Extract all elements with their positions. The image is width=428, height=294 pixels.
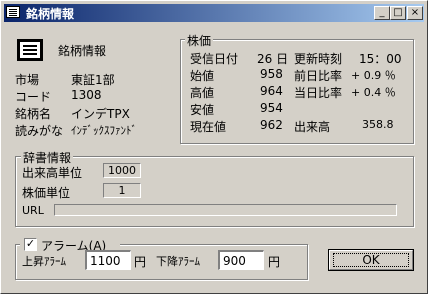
high-label: 高値 (190, 86, 215, 100)
name-value: インデTPX (71, 107, 130, 121)
code-label: コード (15, 90, 52, 104)
rise-alarm-label: 上昇ｱﾗｰﾑ (22, 255, 66, 268)
current-value: 962 (260, 118, 283, 132)
url-field[interactable] (54, 204, 397, 216)
volume-unit-value: 1000 (103, 163, 141, 178)
title-bar[interactable]: 銘柄情報 _ □ × (4, 4, 424, 22)
open-value: 958 (260, 67, 283, 81)
market-label: 市場 (15, 73, 40, 87)
fall-alarm-input[interactable] (218, 250, 264, 270)
prev-ratio-label: 前日比率 (294, 69, 343, 83)
header-title: 銘柄情報 (58, 44, 107, 58)
window-menu-icon[interactable] (6, 6, 20, 18)
document-icon (17, 39, 43, 61)
stock-info-window: 銘柄情報 _ □ × 銘柄情報 市場 東証1部 コード 1308 銘柄名 インデ… (0, 0, 428, 294)
alarm-checkbox[interactable]: ✓ (24, 238, 37, 251)
rise-alarm-input[interactable] (85, 250, 131, 270)
current-label: 現在値 (190, 120, 227, 134)
reading-label: 読みがな (15, 124, 64, 138)
update-time-value: 15：00 (359, 52, 402, 66)
stock-price-legend: 株価 (185, 32, 214, 49)
price-unit-label: 株価単位 (22, 186, 71, 200)
name-label: 銘柄名 (15, 107, 52, 121)
receive-date-value: 26 日 (257, 52, 289, 66)
low-label: 安値 (190, 103, 215, 117)
minimize-button[interactable]: _ (374, 6, 390, 20)
today-ratio-label: 当日比率 (294, 86, 343, 100)
rise-yen-label: 円 (134, 255, 147, 269)
open-label: 始値 (190, 69, 215, 83)
volume-unit-label: 出来高単位 (22, 166, 83, 180)
prev-ratio-value: + 0.9 ％ (351, 69, 396, 82)
price-unit-value: 1 (103, 183, 141, 198)
fall-alarm-label: 下降ｱﾗｰﾑ (156, 255, 200, 268)
ok-button-label: OK (362, 253, 380, 267)
window-title: 銘柄情報 (26, 7, 75, 21)
maximize-button[interactable]: □ (390, 6, 406, 20)
today-ratio-value: + 0.4 ％ (351, 86, 396, 99)
volume-label: 出来高 (294, 120, 331, 134)
market-value: 東証1部 (71, 73, 115, 87)
low-value: 954 (260, 101, 283, 115)
ok-button[interactable]: OK (328, 249, 414, 271)
reading-value: ｲﾝﾃﾞｯｸｽﾌｧﾝﾄﾞ (71, 124, 137, 137)
update-time-label: 更新時刻 (294, 52, 343, 66)
url-label: URL (22, 204, 44, 217)
high-value: 964 (260, 84, 283, 98)
close-button[interactable]: × (407, 6, 423, 20)
receive-date-label: 受信日付 (190, 52, 239, 66)
code-value: 1308 (71, 88, 102, 102)
volume-value: 358.8 (362, 118, 394, 131)
fall-yen-label: 円 (268, 255, 281, 269)
ok-focus-rect (333, 253, 409, 267)
